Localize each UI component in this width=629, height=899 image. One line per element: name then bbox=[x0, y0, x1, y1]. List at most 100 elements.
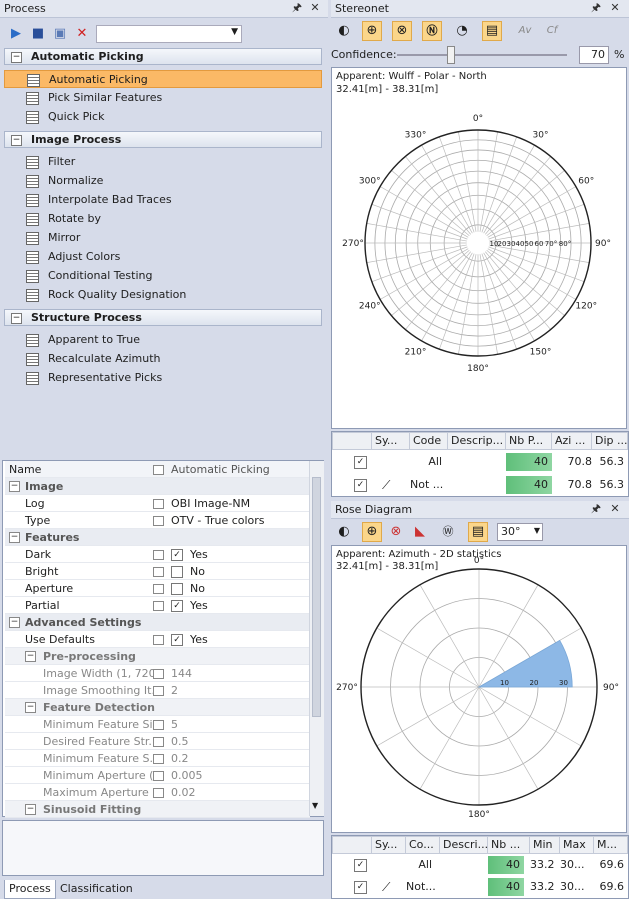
prop-log-value[interactable]: OBI Image-NM bbox=[171, 495, 250, 512]
aperture-checkbox[interactable] bbox=[171, 583, 183, 595]
edit-icon[interactable] bbox=[153, 635, 164, 645]
edit-icon[interactable] bbox=[153, 499, 164, 509]
edit-icon[interactable] bbox=[153, 516, 164, 526]
edit-icon[interactable] bbox=[153, 720, 164, 730]
column-header[interactable]: Nb P... bbox=[505, 433, 551, 449]
prop-min-feature-size-value[interactable]: 5 bbox=[171, 716, 178, 733]
process-item[interactable]: Filter bbox=[4, 153, 322, 171]
process-item[interactable]: Rotate by bbox=[4, 210, 322, 228]
pin-icon[interactable]: 🖈 bbox=[589, 1, 603, 15]
process-item[interactable]: Pick Similar Features bbox=[4, 89, 322, 107]
column-header[interactable]: M... bbox=[593, 837, 629, 853]
chevron-down-icon[interactable]: ▼ bbox=[534, 526, 540, 535]
column-header[interactable]: Descri... bbox=[439, 837, 487, 853]
prop-bright[interactable]: Bright No bbox=[5, 563, 310, 580]
pin-icon[interactable]: 🖈 bbox=[290, 1, 304, 15]
process-item[interactable]: Recalculate Azimuth bbox=[4, 350, 322, 368]
prop-use-defaults[interactable]: Use Defaults ✓ Yes bbox=[5, 631, 310, 648]
edit-icon[interactable] bbox=[153, 788, 164, 798]
column-header[interactable]: Nb ... bbox=[487, 837, 529, 853]
chart-settings-icon[interactable]: ▤ bbox=[482, 21, 502, 41]
group-header[interactable]: − Automatic Picking bbox=[4, 48, 322, 65]
table-row[interactable]: ✓ All 40 70.8 56.3 bbox=[332, 451, 628, 473]
wedge-icon[interactable]: ◣ bbox=[410, 522, 430, 542]
save-icon[interactable]: ■ bbox=[28, 24, 48, 44]
tab-classification[interactable]: Classification bbox=[56, 880, 137, 898]
palette-icon[interactable]: ◐ bbox=[334, 522, 354, 542]
column-header[interactable]: Co... bbox=[405, 837, 439, 853]
table-row[interactable]: ✓ All 40 33.2 30... 69.6 bbox=[332, 854, 628, 876]
prop-dark[interactable]: Dark ✓ Yes bbox=[5, 546, 310, 563]
prop-type[interactable]: Type OTV - True colors bbox=[5, 512, 310, 529]
palette-icon[interactable]: ◐ bbox=[334, 21, 354, 41]
confidence-slider-thumb[interactable] bbox=[447, 46, 455, 64]
property-scrollbar[interactable]: ▼ bbox=[309, 461, 324, 816]
close-icon[interactable]: ✕ bbox=[308, 1, 322, 15]
process-item[interactable]: Conditional Testing bbox=[4, 267, 322, 285]
collapse-icon[interactable]: − bbox=[11, 135, 22, 146]
column-header[interactable]: Azi ... bbox=[551, 433, 591, 449]
prop-type-value[interactable]: OTV - True colors bbox=[171, 512, 265, 529]
prop-image-smoothing[interactable]: Image Smoothing It... 2 bbox=[5, 682, 310, 699]
category-image[interactable]: − Image bbox=[5, 478, 310, 495]
process-item[interactable]: Adjust Colors bbox=[4, 248, 322, 266]
gauge-icon[interactable]: ◔ bbox=[452, 21, 472, 41]
column-header[interactable]: Dip ... bbox=[591, 433, 629, 449]
collapse-icon[interactable]: − bbox=[25, 804, 36, 815]
confidence-input[interactable]: 70 bbox=[579, 46, 609, 64]
collapse-icon[interactable]: − bbox=[9, 617, 20, 628]
pin-icon[interactable]: 🖈 bbox=[589, 502, 603, 516]
chart-settings-icon[interactable]: ▤ bbox=[468, 522, 488, 542]
edit-icon[interactable] bbox=[153, 771, 164, 781]
prop-max-aperture-value[interactable]: 0.02 bbox=[171, 784, 196, 801]
column-header[interactable]: Descrip... bbox=[447, 433, 505, 449]
process-item[interactable]: Mirror bbox=[4, 229, 322, 247]
edit-icon[interactable] bbox=[153, 754, 164, 764]
bin-size-select[interactable]: 30° ▼ bbox=[497, 523, 543, 541]
collapse-icon[interactable]: − bbox=[25, 702, 36, 713]
sub-feature-detection[interactable]: − Feature Detection bbox=[5, 699, 310, 716]
collapse-icon[interactable]: − bbox=[11, 313, 22, 324]
table-row[interactable]: ✓ ⟋ Not ... 40 70.8 56.3 bbox=[332, 474, 628, 496]
edit-icon[interactable] bbox=[153, 550, 164, 560]
confidence-cone-icon[interactable]: Cf bbox=[539, 21, 565, 41]
category-advanced[interactable]: − Advanced Settings bbox=[5, 614, 310, 631]
scroll-down-icon[interactable]: ▼ bbox=[312, 801, 318, 810]
edit-icon[interactable] bbox=[153, 669, 164, 679]
collapse-icon[interactable]: − bbox=[11, 52, 22, 63]
process-item[interactable]: Apparent to True bbox=[4, 331, 322, 349]
collapse-icon[interactable]: − bbox=[9, 481, 20, 492]
row-checkbox[interactable]: ✓ bbox=[354, 479, 367, 492]
close-icon[interactable]: ✕ bbox=[608, 1, 622, 15]
process-item[interactable]: Rock Quality Designation bbox=[4, 286, 322, 304]
tab-process[interactable]: Process bbox=[4, 880, 56, 899]
process-item[interactable]: Representative Picks bbox=[4, 369, 322, 387]
column-header[interactable]: Sy... bbox=[371, 433, 409, 449]
process-item[interactable]: Interpolate Bad Traces bbox=[4, 191, 322, 209]
stereonet-plot[interactable]: 0° 30° 60° 90° 120° 150° 180° 210° 240° 270° 300° 3… bbox=[332, 68, 626, 428]
edit-icon[interactable] bbox=[153, 686, 164, 696]
row-checkbox[interactable]: ✓ bbox=[354, 859, 367, 872]
rose-plot[interactable]: 0° 90° 180° 270° 10 20 30 bbox=[332, 546, 626, 832]
chevron-down-icon[interactable]: ▼ bbox=[231, 27, 238, 37]
group-header[interactable]: − Image Process bbox=[4, 131, 322, 148]
edit-icon[interactable] bbox=[153, 465, 164, 475]
column-header[interactable]: Code bbox=[409, 433, 447, 449]
target-icon[interactable]: ⊗ bbox=[392, 21, 412, 41]
average-icon[interactable]: Av bbox=[512, 21, 538, 41]
prop-aperture[interactable]: Aperture No bbox=[5, 580, 310, 597]
prop-min-aperture[interactable]: Minimum Aperture (... 0.005 bbox=[5, 767, 310, 784]
sub-sinusoid-fitting[interactable]: − Sinusoid Fitting bbox=[5, 801, 310, 818]
column-header[interactable]: Max bbox=[559, 837, 593, 853]
prop-min-feature-strength-value[interactable]: 0.2 bbox=[171, 750, 189, 767]
prop-image-width[interactable]: Image Width (1, 720) 144 bbox=[5, 665, 310, 682]
edit-icon[interactable] bbox=[153, 567, 164, 577]
process-item[interactable]: Quick Pick bbox=[4, 108, 322, 126]
sub-preprocessing[interactable]: − Pre-processing bbox=[5, 648, 310, 665]
delete-icon[interactable]: ✕ bbox=[72, 24, 92, 44]
process-item[interactable]: Normalize bbox=[4, 172, 322, 190]
prop-log[interactable]: Log OBI Image-NM bbox=[5, 495, 310, 512]
prop-min-feature-strength[interactable]: Minimum Feature S... 0.2 bbox=[5, 750, 310, 767]
process-combo[interactable]: ▼ bbox=[96, 25, 242, 43]
process-item[interactable]: Automatic Picking bbox=[4, 70, 322, 88]
